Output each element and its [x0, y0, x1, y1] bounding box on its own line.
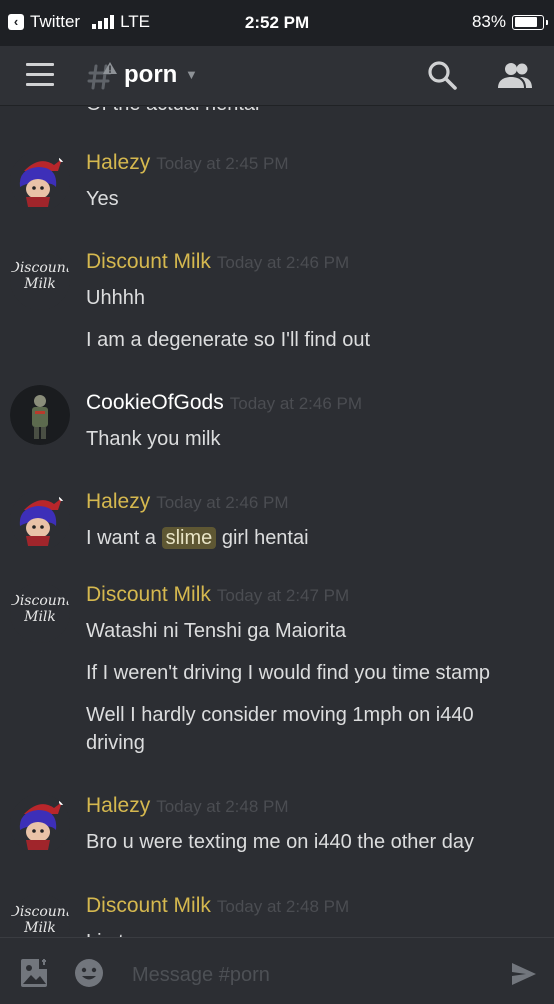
- avatar[interactable]: Discount Milk: [10, 894, 70, 937]
- channel-header: porn ▼: [0, 46, 554, 106]
- chevron-down-icon[interactable]: ▼: [185, 67, 198, 82]
- send-icon[interactable]: [510, 960, 538, 988]
- avatar[interactable]: Discount Milk: [10, 250, 70, 310]
- message-timestamp: Today at 2:46 PM: [216, 253, 350, 272]
- avatar-text: Milk: [23, 609, 56, 625]
- message-timestamp: Today at 2:46 PM: [156, 493, 289, 512]
- avatar[interactable]: Discount Milk: [10, 583, 70, 643]
- battery-percent: 83%: [471, 12, 506, 31]
- author-name[interactable]: CookieOfGods: [86, 391, 224, 414]
- image-upload-icon[interactable]: [20, 958, 50, 988]
- message-text: Yes: [86, 188, 119, 210]
- message-text: Well I hardly consider moving 1mph on i4…: [86, 704, 474, 754]
- message-timestamp: Today at 2:48 PM: [156, 797, 289, 816]
- message-text: Lie to me some more: [86, 928, 536, 937]
- message-input[interactable]: [132, 960, 492, 990]
- message-timestamp: Today at 2:45 PM: [156, 154, 289, 173]
- message-text-part: girl hentai: [216, 527, 309, 549]
- ios-status-bar: ‹ Twitter LTE 2:52 PM 83%: [0, 0, 554, 46]
- message-text: If I weren't driving I would find you ti…: [86, 662, 490, 684]
- avatar-text: Milk: [23, 276, 56, 292]
- message-timestamp: Today at 2:46 PM: [229, 394, 363, 413]
- channel-name[interactable]: porn: [124, 61, 177, 89]
- author-name[interactable]: Halezy: [86, 794, 150, 817]
- avatar-text: Discount: [10, 260, 70, 276]
- avatar[interactable]: [10, 385, 70, 445]
- message-text: I want a slime girl hentai: [86, 524, 536, 552]
- message-list[interactable]: Of the actual hentai Halezy Today at 2:45…: [0, 107, 554, 937]
- emoji-icon[interactable]: [74, 958, 104, 988]
- search-icon[interactable]: [424, 58, 460, 94]
- author-name[interactable]: Halezy: [86, 490, 150, 513]
- author-name[interactable]: Halezy: [86, 151, 150, 174]
- message-text: Bro u were texting me on i440 the other …: [86, 831, 475, 853]
- message-timestamp: Today at 2:48 PM: [216, 897, 350, 916]
- search-highlight: slime: [161, 527, 217, 549]
- clock: 2:52 PM: [244, 13, 310, 32]
- menu-icon[interactable]: [26, 63, 54, 87]
- avatar[interactable]: [10, 794, 70, 854]
- avatar-text: Discount: [10, 593, 70, 609]
- avatar[interactable]: [10, 490, 70, 550]
- members-icon[interactable]: [494, 58, 536, 94]
- message-text: Of the actual hentai: [86, 107, 259, 116]
- message-text: Watashi ni Tenshi ga Maiorita: [86, 620, 347, 642]
- battery-icon: [512, 14, 548, 30]
- message-text: Thank you milk: [86, 428, 221, 450]
- message-text: I am a degenerate so I'll find out: [86, 329, 370, 351]
- author-name[interactable]: Discount Milk: [86, 894, 211, 917]
- author-name[interactable]: Discount Milk: [86, 250, 211, 273]
- message-text-part: I want a: [86, 527, 162, 549]
- author-name[interactable]: Discount Milk: [86, 583, 211, 606]
- avatar-text: Milk: [23, 920, 56, 936]
- status-right: 83%: [471, 12, 548, 32]
- avatar[interactable]: [10, 151, 70, 211]
- avatar-text: Discount: [10, 904, 70, 920]
- message-text: Uhhhh: [86, 287, 145, 309]
- message-timestamp: Today at 2:47 PM: [216, 586, 350, 605]
- nsfw-channel-icon: [87, 62, 117, 90]
- message-composer: [0, 937, 554, 1004]
